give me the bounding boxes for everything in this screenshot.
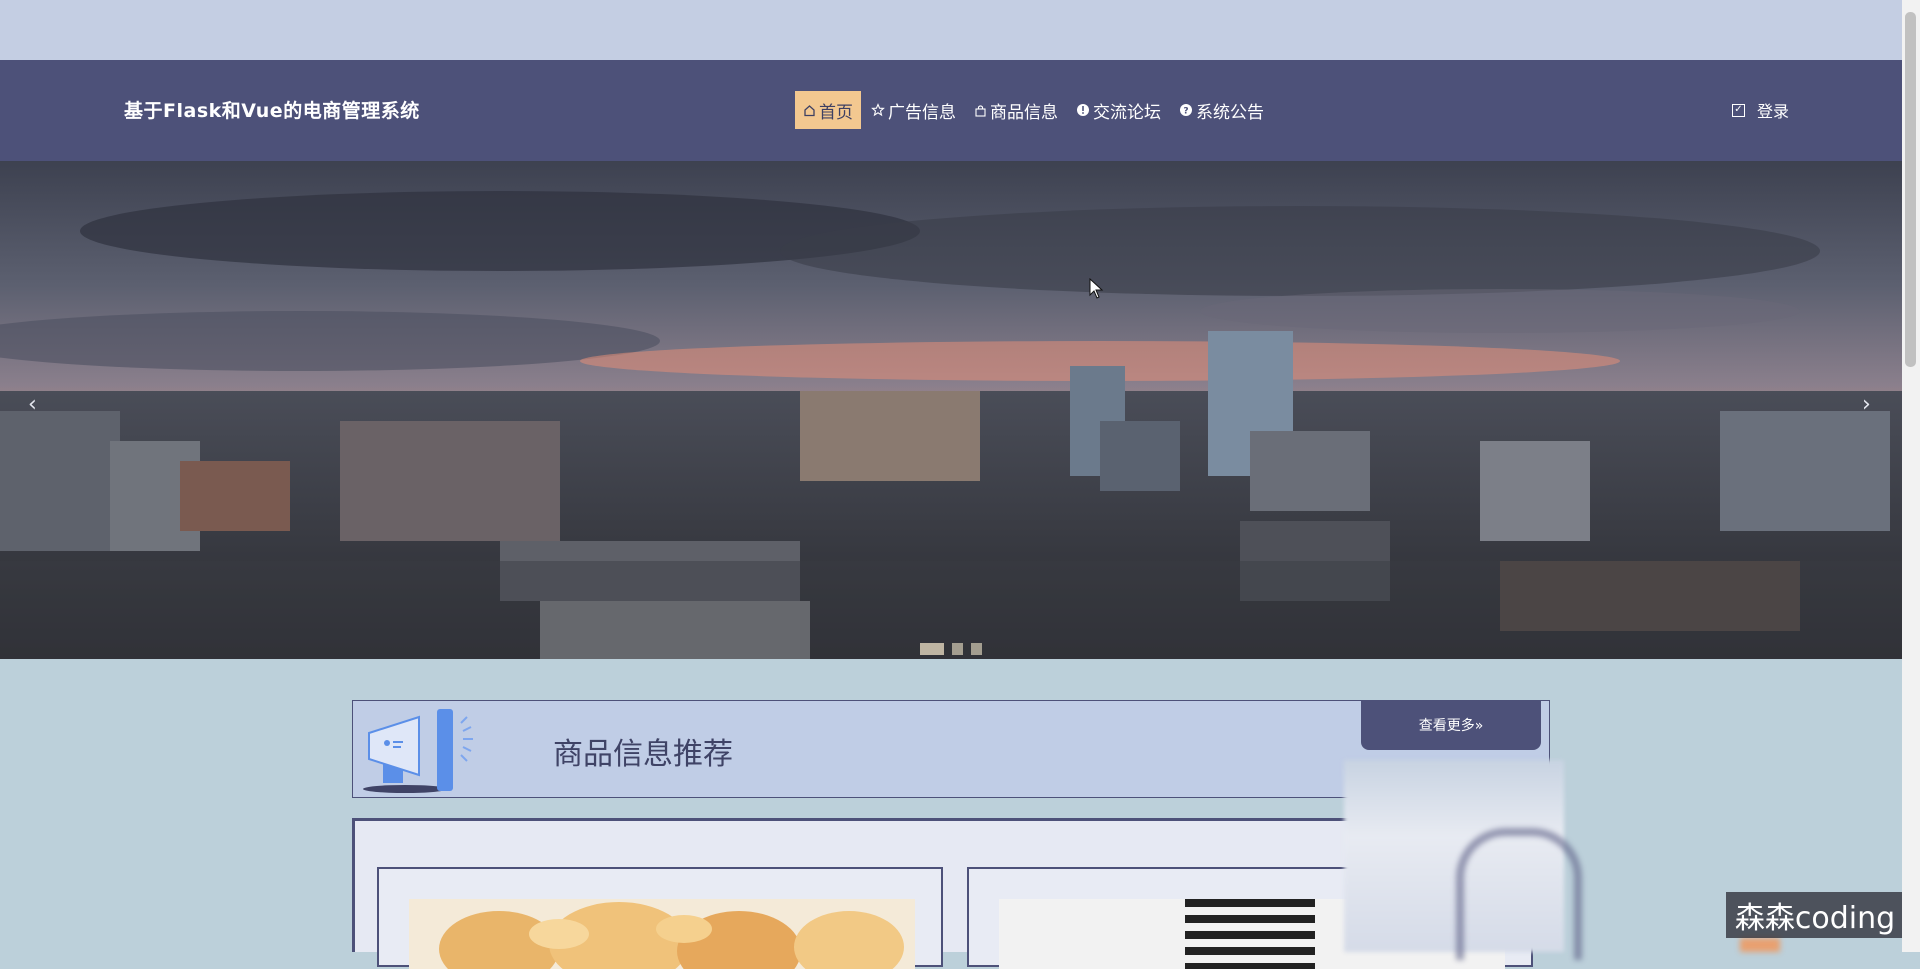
top-strip [0,0,1902,60]
view-more-button[interactable]: 查看更多» [1361,700,1541,750]
chevron-left-icon[interactable]: ‹ [28,392,37,417]
nav-item-products[interactable]: 商品信息 [966,91,1066,129]
megaphone-icon [361,703,481,799]
carousel-dot[interactable] [952,643,963,655]
login-label: 登录 [1757,102,1790,121]
nav-item-forum[interactable]: 交流论坛 [1068,91,1169,129]
scrollbar-thumb[interactable] [1905,12,1916,367]
city-skyline-image [0,161,1902,659]
bag-icon [974,104,987,117]
login-link[interactable]: ✓ 登录 [1732,98,1789,122]
product-card[interactable] [377,867,943,969]
nav-item-home[interactable]: 首页 [795,91,861,129]
nav-item-ads[interactable]: 广告信息 [863,91,964,129]
star-icon [871,103,885,117]
nav-label: 广告信息 [888,102,956,123]
svg-text:?: ? [1183,107,1188,117]
blurred-overlay-ring [1456,828,1582,960]
chevron-right-icon[interactable]: › [1862,392,1871,417]
product-panel [352,818,1533,969]
recommend-title: 商品信息推荐 [553,737,733,772]
main-nav: 首页 广告信息 商品信息 交流论坛 ? 系统公告 [795,91,1272,129]
nav-label: 交流论坛 [1093,102,1161,123]
info-icon [1076,103,1090,117]
checkbox-icon: ✓ [1732,103,1745,117]
home-icon [803,104,816,117]
nav-label: 商品信息 [990,102,1058,123]
carousel-banner[interactable] [0,161,1902,659]
mouse-cursor [1089,277,1105,304]
carousel-dot[interactable] [971,643,982,655]
product-image [409,899,915,969]
watermark: 森森coding [1726,892,1904,938]
help-icon: ? [1179,103,1193,117]
carousel-indicators [920,643,982,655]
blurred-accent [1740,938,1780,952]
site-title: 基于Flask和Vue的电商管理系统 [124,100,420,122]
nav-item-notice[interactable]: ? 系统公告 [1171,91,1272,129]
carousel-dot[interactable] [920,643,944,655]
nav-label: 首页 [819,102,853,123]
nav-label: 系统公告 [1196,102,1264,123]
